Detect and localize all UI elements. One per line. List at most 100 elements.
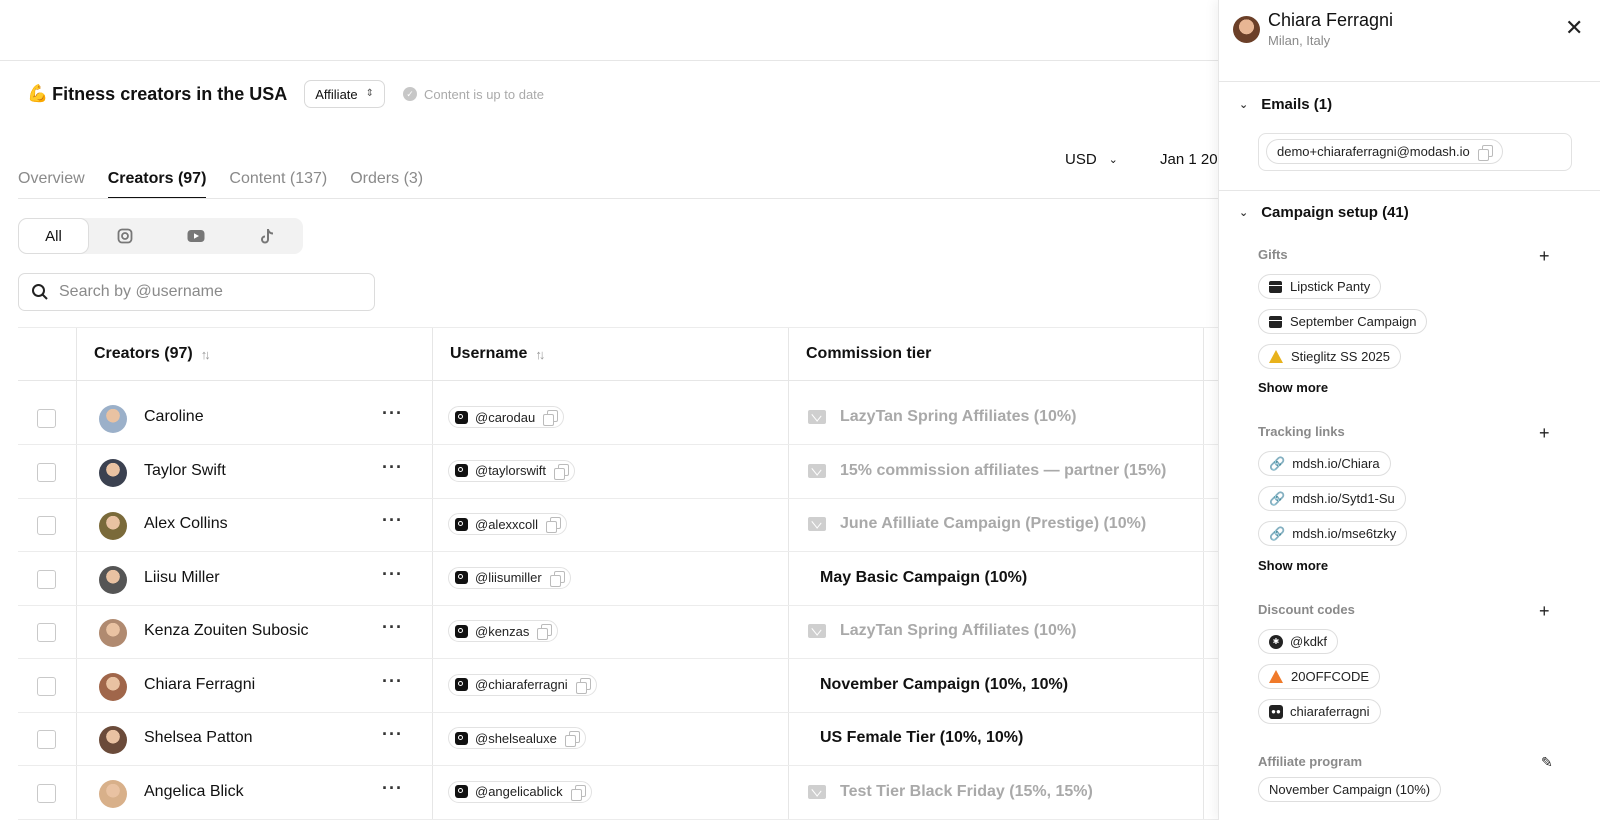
panel-header: Chiara Ferragni Milan, Italy ✕	[1219, 0, 1600, 82]
discount-code-chip[interactable]: ✱ @kdkf	[1258, 629, 1339, 654]
discount-code-chip[interactable]: 20OFFCODE	[1258, 664, 1381, 689]
tracking-link-chip[interactable]: 🔗 mdsh.io/mse6tzky	[1258, 521, 1408, 546]
row-checkbox[interactable]	[37, 569, 56, 589]
username-chip[interactable]: @alexxcoll	[448, 513, 568, 535]
row-checkbox[interactable]	[37, 462, 56, 482]
sort-icon[interactable]: ↑↓	[201, 347, 211, 362]
more-options-icon[interactable]: ···	[382, 724, 403, 745]
row-checkbox[interactable]	[37, 783, 56, 803]
more-options-icon[interactable]: ···	[382, 671, 403, 692]
add-gift-icon[interactable]: +	[1539, 247, 1550, 265]
table-row[interactable]: Taylor Swift ··· @taylorswift 15% commissio…	[18, 446, 1218, 499]
copy-icon[interactable]	[546, 517, 562, 533]
username-chip[interactable]: @shelsealuxe	[448, 727, 586, 749]
platform-all-button[interactable]: All	[18, 218, 89, 254]
row-checkbox[interactable]	[37, 623, 56, 642]
table-row[interactable]: Angelica Blick ··· @angelicablick Test Tier…	[18, 767, 1218, 820]
username-text: @alexxcoll	[475, 516, 539, 532]
emails-section-toggle[interactable]: ⌄ Emails (1)	[1239, 96, 1332, 113]
tracking-link-chip[interactable]: 🔗 mdsh.io/Sytd1-Su	[1258, 486, 1406, 511]
mail-icon	[808, 517, 826, 531]
column-header-commission[interactable]: Commission tier	[806, 345, 931, 363]
creators-table: Creators (97) ↑↓ Username ↑↓ Commission …	[18, 327, 1218, 820]
date-range-picker[interactable]: Jan 1 20	[1160, 151, 1218, 168]
table-row[interactable]: Chiara Ferragni ··· @chiaraferragni Novembe…	[18, 660, 1218, 713]
platform-tiktok-button[interactable]	[231, 218, 302, 254]
copy-icon[interactable]	[543, 410, 559, 426]
creator-name[interactable]: Chiara Ferragni	[144, 676, 255, 694]
copy-icon[interactable]	[537, 624, 553, 640]
copy-icon[interactable]	[549, 570, 565, 587]
add-discount-code-icon[interactable]: +	[1539, 602, 1550, 620]
username-chip[interactable]: @kenzas	[448, 620, 559, 642]
row-checkbox[interactable]	[37, 676, 56, 696]
username-chip[interactable]: @liisumiller	[448, 566, 571, 589]
sort-icon[interactable]: ↑↓	[535, 347, 545, 362]
tab-content[interactable]: Content (137)	[229, 170, 327, 199]
copy-icon[interactable]	[554, 463, 569, 480]
row-checkbox[interactable]	[37, 409, 56, 428]
more-options-icon[interactable]: ···	[382, 510, 403, 531]
gift-chip[interactable]: September Campaign	[1258, 309, 1428, 334]
discount-code-chip[interactable]: ●● chiaraferragni	[1258, 699, 1381, 724]
table-header: Creators (97) ↑↓ Username ↑↓ Commission …	[18, 327, 1218, 381]
link-icon: 🔗	[1269, 490, 1286, 506]
more-options-icon[interactable]: ···	[382, 564, 403, 585]
tab-creators[interactable]: Creators (97)	[107, 170, 207, 199]
table-row[interactable]: Kenza Zouiten Subosic ··· @kenzas LazyTan S…	[18, 606, 1218, 659]
instagram-icon	[455, 624, 468, 638]
email-chip[interactable]: demo+chiaraferragni@modash.io	[1266, 139, 1503, 164]
table-row[interactable]: Caroline ··· @carodau LazyTan Spring Affili…	[18, 392, 1218, 445]
tab-orders[interactable]: Orders (3)	[350, 170, 423, 199]
app-window: 💪 Fitness creators in the USA Affiliate …	[0, 0, 1600, 820]
tab-overview[interactable]: Overview	[18, 170, 85, 199]
more-options-icon[interactable]: ···	[382, 617, 403, 638]
copy-icon[interactable]	[1477, 144, 1493, 161]
copy-icon[interactable]	[575, 677, 591, 694]
more-options-icon[interactable]: ···	[382, 778, 403, 799]
gift-icon	[1269, 280, 1282, 293]
affiliate-program-chip[interactable]: November Campaign (10%)	[1258, 777, 1442, 802]
creator-name[interactable]: Liisu Miller	[144, 569, 220, 587]
username-chip[interactable]: @carodau	[448, 406, 565, 428]
program-type-select[interactable]: Affiliate ⇕	[304, 80, 386, 108]
username-chip[interactable]: @angelicablick	[448, 780, 592, 803]
gift-chip[interactable]: Lipstick Panty	[1258, 274, 1382, 299]
creator-name[interactable]: Caroline	[144, 408, 204, 426]
username-chip[interactable]: @taylorswift	[448, 459, 575, 482]
gift-name: September Campaign	[1290, 314, 1417, 329]
creator-name[interactable]: Kenza Zouiten Subosic	[144, 622, 309, 640]
copy-icon[interactable]	[570, 784, 586, 801]
close-icon[interactable]: ✕	[1565, 17, 1583, 39]
campaign-section-toggle[interactable]: ⌄ Campaign setup (41)	[1239, 204, 1409, 221]
link-icon: 🔗	[1269, 455, 1286, 471]
copy-icon[interactable]	[564, 731, 580, 747]
platform-youtube-button[interactable]	[160, 218, 231, 254]
tiktok-icon	[260, 228, 273, 243]
row-checkbox[interactable]	[37, 730, 56, 749]
table-row[interactable]: Shelsea Patton ··· @shelsealuxe US Female T…	[18, 713, 1218, 766]
creator-name[interactable]: Angelica Blick	[144, 783, 244, 801]
creator-name[interactable]: Shelsea Patton	[144, 729, 253, 747]
table-row[interactable]: Liisu Miller ··· @liisumiller May Basic Cam…	[18, 553, 1218, 606]
chevron-down-icon: ⌄	[1239, 207, 1249, 219]
creator-name[interactable]: Taylor Swift	[144, 462, 226, 480]
table-row[interactable]: Alex Collins ··· @alexxcoll June Afilliate …	[18, 499, 1218, 552]
more-options-icon[interactable]: ···	[382, 457, 403, 478]
column-header-creators[interactable]: Creators (97) ↑↓	[94, 345, 211, 363]
currency-select[interactable]: USD ⌄	[1065, 151, 1118, 168]
row-checkbox[interactable]	[37, 516, 56, 535]
add-tracking-link-icon[interactable]: +	[1539, 424, 1550, 442]
instagram-icon	[455, 731, 468, 745]
gifts-show-more-link[interactable]: Show more	[1258, 380, 1328, 395]
platform-instagram-button[interactable]	[89, 218, 160, 254]
username-chip[interactable]: @chiaraferragni	[448, 673, 597, 696]
gift-chip[interactable]: Stieglitz SS 2025	[1258, 344, 1402, 369]
edit-pencil-icon[interactable]: ✎	[1541, 754, 1553, 771]
creator-name[interactable]: Alex Collins	[144, 515, 228, 533]
more-options-icon[interactable]: ···	[382, 403, 403, 424]
tracking-link-chip[interactable]: 🔗 mdsh.io/Chiara	[1258, 451, 1391, 476]
tracking-show-more-link[interactable]: Show more	[1258, 558, 1328, 573]
search-input[interactable]	[59, 283, 349, 301]
column-header-username[interactable]: Username ↑↓	[450, 345, 545, 363]
